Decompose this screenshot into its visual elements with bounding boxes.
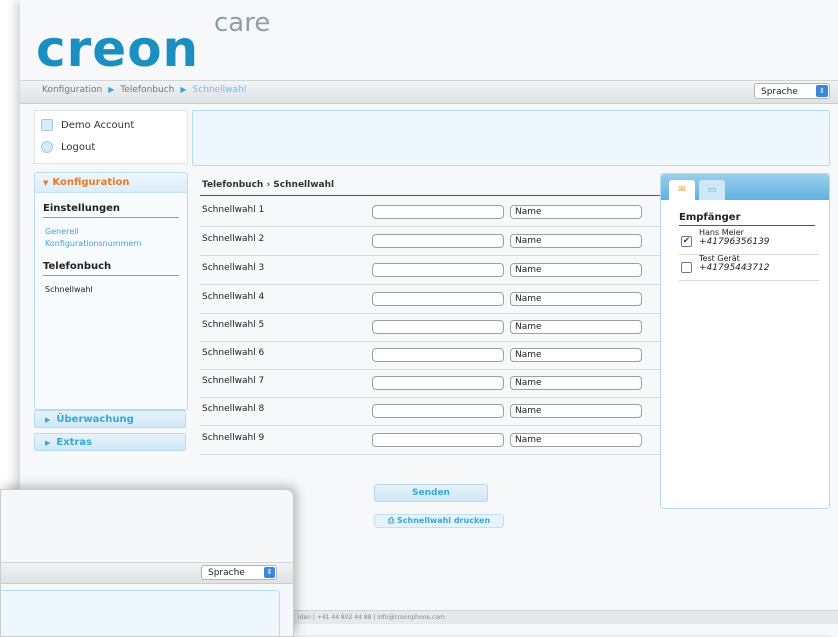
- language-select[interactable]: Sprache ⇕: [201, 565, 277, 580]
- speed-dial-label: Schnellwahl 1: [202, 205, 265, 215]
- second-window: Sprache ⇕: [0, 489, 294, 637]
- nav-section-label: Überwachung: [56, 414, 134, 425]
- nav-section-ueberwachung[interactable]: ▶ Überwachung: [34, 410, 186, 428]
- speed-dial-row: Schnellwahl 2 Name: [200, 227, 670, 256]
- speed-dial-name-input[interactable]: Name: [510, 348, 642, 362]
- nav-section-label: Konfiguration: [52, 177, 130, 188]
- speed-dial-row: Schnellwahl 4 Name: [200, 285, 670, 314]
- select-arrows-icon: ⇕: [816, 85, 828, 97]
- account-row[interactable]: Demo Account: [41, 119, 134, 131]
- collapsed-arrow-icon: ▶: [45, 416, 51, 424]
- recipients-tabs: ✉ ▭: [661, 174, 829, 200]
- speed-dial-label: Schnellwahl 4: [202, 292, 265, 302]
- recipient-item: ✔ Hans Meier +41796356139: [679, 228, 819, 255]
- speed-dial-row: Schnellwahl 3 Name: [200, 256, 670, 285]
- breadcrumb-bar: Konfiguration ▶ Telefonbuch ▶ Schnellwahl Sp…: [20, 80, 838, 104]
- info-panel: [192, 110, 830, 166]
- speed-dial-row: Schnellwahl 9 Name: [200, 426, 670, 455]
- folder-icon: ▭: [707, 185, 717, 195]
- breadcrumb: Konfiguration ▶ Telefonbuch ▶ Schnellwahl: [42, 85, 246, 95]
- speed-dial-row: Schnellwahl 1 Name: [200, 198, 670, 227]
- print-button-label: Schnellwahl drucken: [397, 516, 491, 525]
- nav-item-schnellwahl[interactable]: Schnellwahl: [45, 285, 93, 294]
- recipients-title: Empfänger: [679, 212, 815, 226]
- logout-label: Logout: [61, 142, 96, 153]
- speed-dial-name-input[interactable]: Name: [510, 376, 642, 390]
- speed-dial-number-input[interactable]: [372, 404, 504, 418]
- language-select-value: Sprache: [761, 87, 798, 97]
- speed-dial-label: Schnellwahl 8: [202, 404, 265, 414]
- account-name: Demo Account: [61, 120, 135, 131]
- speed-dial-name-input[interactable]: Name: [510, 292, 642, 306]
- nav-group-title: Einstellungen: [43, 203, 179, 218]
- speed-dial-number-input[interactable]: [372, 433, 504, 447]
- speed-dial-name-input[interactable]: Name: [510, 320, 642, 334]
- recipients-panel: ✉ ▭ Empfänger ✔ Hans Meier +41796356139 …: [660, 173, 830, 509]
- speed-dial-name-input[interactable]: Name: [510, 205, 642, 219]
- info-panel: [1, 590, 280, 636]
- speed-dial-name-input[interactable]: Name: [510, 404, 642, 418]
- speed-dial-row: Schnellwahl 6 Name: [200, 341, 670, 370]
- send-button[interactable]: Senden: [374, 484, 488, 502]
- tab-envelope[interactable]: ✉: [669, 180, 695, 200]
- tab-folder[interactable]: ▭: [699, 180, 725, 200]
- speed-dial-number-input[interactable]: [372, 292, 504, 306]
- recipient-checkbox[interactable]: ✔: [681, 236, 692, 247]
- language-select-value: Sprache: [208, 568, 245, 578]
- power-icon: [41, 141, 53, 153]
- speed-dial-label: Schnellwahl 5: [202, 320, 265, 330]
- recipient-phone: +41795443712: [699, 263, 770, 273]
- print-icon: ⎙: [387, 516, 398, 525]
- expanded-arrow-icon: ▼: [43, 179, 49, 187]
- nav-section-konfiguration[interactable]: ▼ Konfiguration: [35, 173, 187, 193]
- speed-dial-label: Schnellwahl 7: [202, 376, 265, 386]
- envelope-icon: ✉: [678, 185, 686, 195]
- nav-section-label: Extras: [56, 437, 93, 448]
- speed-dial-row: Schnellwahl 7 Name: [200, 369, 670, 398]
- speed-dial-name-input[interactable]: Name: [510, 263, 642, 277]
- speed-dial-label: Schnellwahl 2: [202, 234, 265, 244]
- print-speed-dial-button[interactable]: ⎙ Schnellwahl drucken: [374, 514, 504, 528]
- breadcrumb-telefonbuch[interactable]: Telefonbuch: [120, 85, 174, 95]
- select-arrows-icon: ⇕: [264, 567, 275, 578]
- speed-dial-label: Schnellwahl 9: [202, 433, 265, 443]
- account-box: Demo Account Logout: [34, 110, 188, 164]
- footer: iden | +41 44 802 44 88 | info@creonphon…: [290, 610, 838, 624]
- speed-dial-number-input[interactable]: [372, 263, 504, 277]
- speed-dial-label: Schnellwahl 3: [202, 263, 265, 273]
- speed-dial-row: Schnellwahl 8 Name: [200, 397, 670, 426]
- speed-dial-number-input[interactable]: [372, 348, 504, 362]
- user-icon: [41, 119, 53, 131]
- recipient-item: Test Gerät +41795443712: [679, 254, 819, 281]
- sidebar-nav: ▼ Konfiguration Einstellungen Generell Ko…: [34, 172, 188, 410]
- logout-link[interactable]: Logout: [41, 141, 95, 153]
- second-window-bar: Sprache ⇕: [1, 562, 293, 584]
- speed-dial-number-input[interactable]: [372, 376, 504, 390]
- nav-link-generell[interactable]: Generell: [45, 227, 79, 236]
- breadcrumb-schnellwahl: Schnellwahl: [192, 85, 247, 95]
- logo-sup: care: [214, 8, 271, 38]
- speed-dial-name-input[interactable]: Name: [510, 433, 642, 447]
- speed-dial-number-input[interactable]: [372, 320, 504, 334]
- speed-dial-number-input[interactable]: [372, 205, 504, 219]
- nav-link-konfigurationsnummern[interactable]: Konfigurationsnummern: [45, 239, 142, 248]
- breadcrumb-separator-icon: ▶: [108, 85, 115, 94]
- divider: [200, 195, 670, 196]
- page-title: Telefonbuch › Schnellwahl: [202, 180, 335, 190]
- recipient-name: Test Gerät: [699, 254, 740, 263]
- speed-dial-number-input[interactable]: [372, 234, 504, 248]
- recipient-checkbox[interactable]: [681, 262, 692, 273]
- breadcrumb-separator-icon: ▶: [180, 85, 187, 94]
- nav-section-extras[interactable]: ▶ Extras: [34, 433, 186, 451]
- nav-group-title: Telefonbuch: [43, 261, 179, 276]
- collapsed-arrow-icon: ▶: [45, 439, 51, 447]
- recipient-name: Hans Meier: [699, 228, 744, 237]
- logo-main: creon: [36, 20, 200, 78]
- speed-dial-label: Schnellwahl 6: [202, 348, 265, 358]
- breadcrumb-konfiguration[interactable]: Konfiguration: [42, 85, 102, 95]
- speed-dial-name-input[interactable]: Name: [510, 234, 642, 248]
- language-select[interactable]: Sprache ⇕: [754, 83, 830, 99]
- speed-dial-row: Schnellwahl 5 Name: [200, 313, 670, 342]
- recipient-phone: +41796356139: [699, 237, 770, 247]
